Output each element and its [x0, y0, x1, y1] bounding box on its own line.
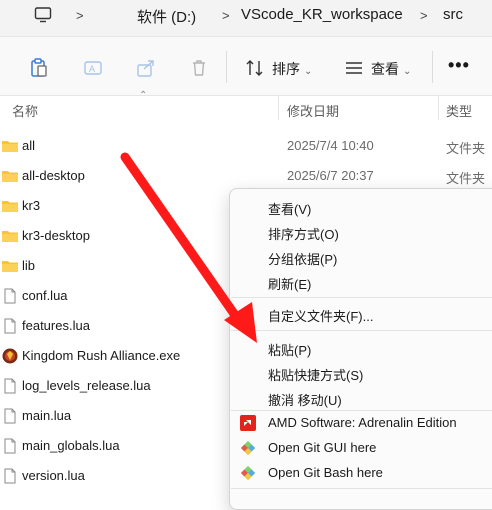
breadcrumb-separator: > [76, 8, 84, 23]
menu-item-view[interactable]: 查看(V) [268, 199, 311, 218]
file-icon [4, 288, 16, 304]
file-row[interactable]: all-desktop 2025/6/7 20:37 文件夹 [0, 161, 492, 191]
column-divider[interactable] [278, 96, 279, 120]
file-row[interactable]: all 2025/7/4 10:40 文件夹 [0, 131, 492, 161]
address-bar[interactable]: > 软件 (D:) > VScode_KR_workspace > src [0, 0, 492, 37]
view-list-icon [346, 62, 362, 74]
amd-icon [240, 415, 256, 431]
file-name: Kingdom Rush Alliance.exe [22, 348, 181, 363]
share-icon[interactable] [135, 57, 157, 79]
file-name: main_globals.lua [22, 438, 120, 453]
column-header-type[interactable]: 类型 [446, 101, 472, 120]
more-options-button[interactable]: ••• [448, 55, 470, 76]
menu-separator [231, 297, 492, 298]
file-name: features.lua [22, 318, 90, 333]
menu-item-paste-shortcut[interactable]: 粘贴快捷方式(S) [268, 365, 363, 384]
sort-ascending-icon: ⌃ [139, 90, 148, 101]
menu-item-open-git-gui[interactable]: Open Git GUI here [268, 440, 376, 455]
file-name: all [22, 138, 36, 153]
chevron-down-icon: ⌄ [304, 66, 313, 77]
file-type: 文件夹 [446, 141, 486, 156]
view-button[interactable]: 查看 ⌄ [371, 59, 411, 79]
breadcrumb-workspace[interactable]: VScode_KR_workspace [241, 6, 403, 23]
column-header-date[interactable]: 修改日期 [287, 101, 339, 120]
chevron-down-icon: ⌄ [403, 66, 412, 77]
folder-icon [2, 261, 18, 272]
menu-item-undo-move[interactable]: 撤消 移动(U) [268, 390, 342, 409]
folder-icon [2, 171, 18, 182]
menu-separator [231, 330, 492, 331]
column-header-name[interactable]: 名称 [12, 101, 38, 120]
git-gui-icon [240, 440, 256, 456]
sort-button-label: 排序 [272, 61, 300, 77]
file-icon [4, 438, 16, 454]
menu-item-group-by[interactable]: 分组依据(P) [268, 249, 337, 268]
this-pc-icon[interactable] [34, 6, 52, 24]
rename-icon[interactable]: A [82, 57, 104, 79]
sort-button[interactable]: 排序 ⌄ [272, 59, 312, 79]
file-name: kr3-desktop [22, 228, 90, 243]
folder-icon [2, 231, 18, 242]
command-bar: A 排序 ⌄ 查看 ⌄ ••• [0, 37, 492, 96]
svg-text:A: A [89, 64, 95, 74]
toolbar-divider [432, 51, 433, 83]
file-name: version.lua [22, 468, 85, 483]
file-name: kr3 [22, 198, 41, 213]
file-date: 2025/6/7 20:37 [287, 168, 374, 183]
menu-separator [231, 410, 492, 411]
folder-icon [2, 201, 18, 212]
exe-icon [2, 348, 18, 364]
file-date: 2025/7/4 10:40 [287, 138, 374, 153]
menu-item-customize-folder[interactable]: 自定义文件夹(F)... [268, 306, 373, 325]
breadcrumb-drive[interactable]: 软件 (D:) [137, 6, 196, 27]
file-type: 文件夹 [446, 171, 486, 186]
file-name: all-desktop [22, 168, 85, 183]
delete-icon[interactable] [188, 57, 210, 79]
file-name: main.lua [22, 408, 72, 423]
file-icon [4, 378, 16, 394]
file-name: log_levels_release.lua [22, 378, 151, 393]
file-icon [4, 408, 16, 424]
menu-item-refresh[interactable]: 刷新(E) [268, 274, 311, 293]
menu-item-paste[interactable]: 粘贴(P) [268, 340, 311, 359]
sort-icon [246, 60, 263, 76]
breadcrumb-src[interactable]: src [443, 6, 463, 23]
file-icon [4, 468, 16, 484]
column-divider[interactable] [438, 96, 439, 120]
menu-item-sort-by[interactable]: 排序方式(O) [268, 224, 339, 243]
file-name: conf.lua [22, 288, 68, 303]
paste-icon[interactable] [28, 57, 50, 79]
menu-separator [231, 488, 492, 489]
folder-icon [2, 141, 18, 152]
breadcrumb-separator: > [222, 8, 230, 23]
toolbar-divider [226, 51, 227, 83]
breadcrumb-separator: > [420, 8, 428, 23]
menu-item-amd-software[interactable]: AMD Software: Adrenalin Edition [268, 415, 457, 430]
view-button-label: 查看 [371, 61, 399, 77]
file-name: lib [22, 258, 36, 273]
menu-item-open-git-bash[interactable]: Open Git Bash here [268, 465, 383, 480]
git-bash-icon [240, 465, 256, 481]
context-menu: 查看(V) 排序方式(O) 分组依据(P) 刷新(E) 自定义文件夹(F)...… [229, 188, 492, 510]
file-icon [4, 318, 16, 334]
